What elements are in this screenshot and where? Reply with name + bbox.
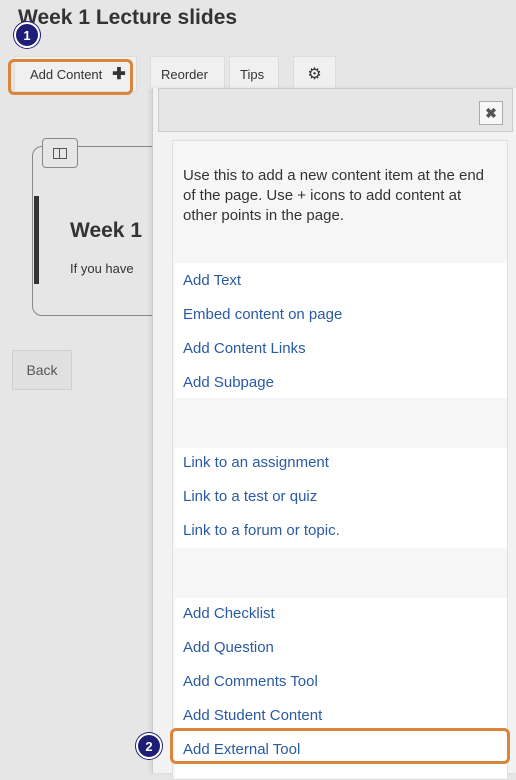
step-badge-1: 1 (14, 22, 40, 48)
menu-item-add-content-links[interactable]: Add Content Links (175, 332, 507, 366)
menu-item-add-comments-tool[interactable]: Add Comments Tool (175, 665, 507, 699)
card-accent-bar (34, 196, 39, 284)
gear-icon: ⚙ (307, 66, 322, 83)
menu-item-add-text[interactable]: Add Text (175, 264, 507, 298)
highlight-add-content (8, 59, 133, 95)
dialog-body: Use this to add a new content item at th… (172, 140, 508, 780)
page-title: Week 1 Lecture slides (18, 6, 238, 29)
reorder-button[interactable]: Reorder (150, 56, 225, 92)
settings-button[interactable]: ⚙ (293, 56, 336, 92)
dialog-header: ✖ (158, 88, 513, 132)
menu-item-add-subpage[interactable]: Add Subpage (175, 366, 507, 400)
close-icon[interactable]: ✖ (479, 101, 503, 125)
add-content-dialog: ✖ Use this to add a new content item at … (152, 88, 516, 780)
reorder-label: Reorder (161, 66, 208, 82)
layout-columns-icon[interactable] (42, 138, 78, 168)
step-badge-2: 2 (136, 733, 162, 759)
menu-item-embed-content[interactable]: Embed content on page (175, 298, 507, 332)
card-text: If you have (70, 261, 134, 276)
tips-label: Tips (240, 66, 265, 82)
menu-item-link-assignment[interactable]: Link to an assignment (175, 446, 507, 480)
highlight-add-external-tool (170, 728, 510, 764)
menu-item-link-test-quiz[interactable]: Link to a test or quiz (175, 480, 507, 514)
tips-button[interactable]: Tips (229, 56, 279, 92)
menu-item-link-forum-topic[interactable]: Link to a forum or topic. (175, 514, 507, 548)
menu-group-links: Link to an assignment Link to a test or … (175, 448, 507, 548)
card-title: Week 1 (70, 219, 142, 242)
menu-item-add-question[interactable]: Add Question (175, 631, 507, 665)
back-button[interactable]: Back (12, 350, 72, 390)
dialog-intro: Use this to add a new content item at th… (183, 167, 485, 224)
menu-item-add-checklist[interactable]: Add Checklist (175, 597, 507, 631)
menu-group-content: Add Text Embed content on page Add Conte… (175, 263, 507, 398)
